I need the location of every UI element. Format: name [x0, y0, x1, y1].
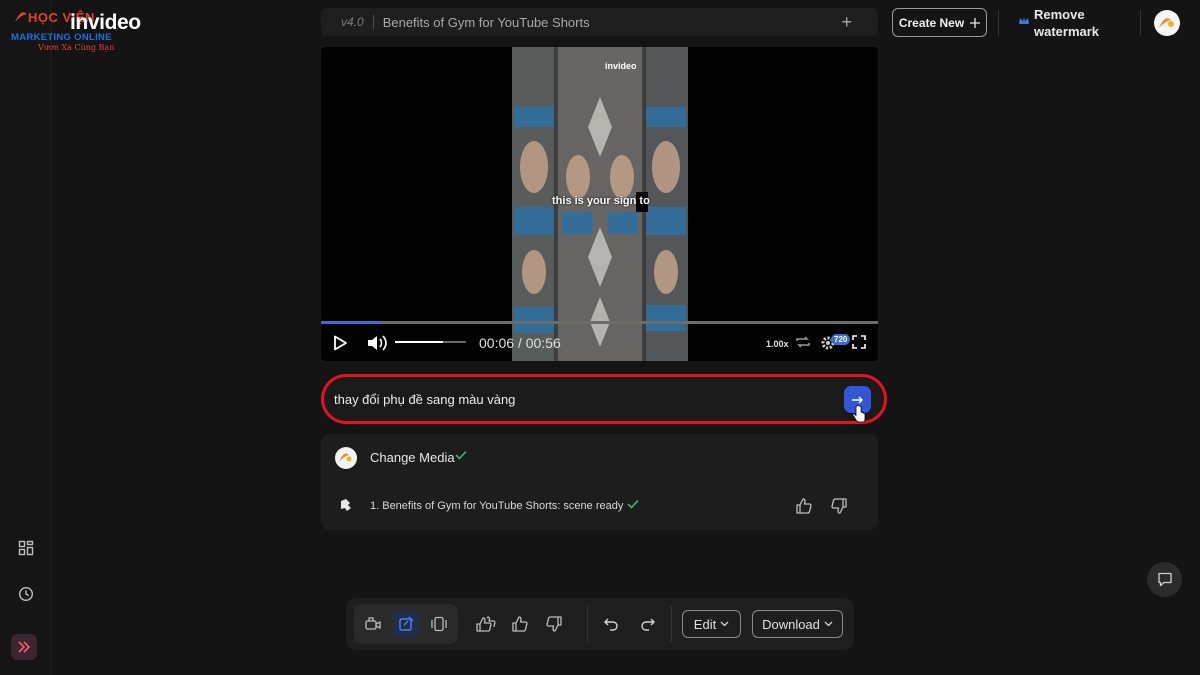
- pointer-cursor-icon: [852, 405, 866, 423]
- remove-watermark-button[interactable]: Remove watermark: [1018, 6, 1118, 40]
- play-icon[interactable]: [333, 335, 347, 351]
- undo-icon[interactable]: [598, 611, 624, 637]
- progress-fill: [321, 321, 381, 324]
- project-title: Benefits of Gym for YouTube Shorts: [382, 14, 590, 30]
- remove-watermark-line2: watermark: [1034, 24, 1100, 39]
- thumbs-down-icon[interactable]: [541, 611, 567, 637]
- overlay-brand-line3: Vươn Xa Cùng Bạn: [38, 43, 115, 52]
- check-icon: [627, 499, 639, 509]
- check-icon: [455, 450, 467, 460]
- progress-bar[interactable]: [321, 321, 878, 324]
- edit-button[interactable]: Edit: [682, 610, 741, 638]
- thumbs-up-double-icon[interactable]: [473, 611, 499, 637]
- camera-view-icon[interactable]: [360, 611, 386, 637]
- prompt-input[interactable]: [334, 389, 814, 409]
- toolbar-divider: [671, 606, 672, 642]
- new-tab-button[interactable]: +: [841, 13, 852, 31]
- create-new-label: Create New: [898, 15, 965, 30]
- sidebar: [0, 0, 52, 675]
- volume-slider[interactable]: [395, 341, 466, 343]
- prompt-box[interactable]: [321, 374, 887, 424]
- chat-feedback-icon: [1157, 572, 1172, 587]
- user-avatar[interactable]: [1154, 10, 1180, 36]
- crown-icon: [1019, 17, 1029, 24]
- toolbar-divider: [587, 606, 588, 642]
- download-label: Download: [762, 616, 820, 632]
- video-watermark: invideo: [605, 61, 637, 71]
- chevron-down-icon: [824, 621, 833, 627]
- playback-time: 00:06 / 00:56: [479, 335, 561, 351]
- quality-badge: 720: [831, 334, 851, 345]
- logo: HỌC VIỆN MARKETING ONLINE Vươn Xa Cùng B…: [10, 8, 170, 52]
- chat-card: Change Media 1. Benefits of Gym for YouT…: [321, 434, 878, 530]
- video-caption: this is your sign to: [552, 195, 650, 207]
- header-divider: [998, 10, 999, 36]
- send-arrow-icon: [851, 396, 863, 403]
- app-logo-text: invideo: [70, 11, 141, 34]
- loop-icon[interactable]: [795, 335, 811, 349]
- video-player[interactable]: invideo this is your sign to 00:06 / 00:…: [321, 47, 878, 361]
- thumbs-up-icon[interactable]: [507, 611, 533, 637]
- version-label: v4.0: [341, 15, 364, 29]
- plus-icon: [970, 17, 981, 28]
- logo-mark-icon: [15, 12, 27, 22]
- chat-feedback-button[interactable]: [1147, 562, 1182, 597]
- edit-label: Edit: [693, 616, 717, 632]
- scene-status: 1. Benefits of Gym for YouTube Shorts: s…: [370, 500, 624, 512]
- chevron-down-icon: [720, 621, 729, 627]
- title-divider: [372, 15, 374, 29]
- fullscreen-icon[interactable]: [852, 335, 866, 349]
- portrait-view-icon[interactable]: [426, 611, 452, 637]
- project-title-bar[interactable]: v4.0 Benefits of Gym for YouTube Shorts …: [321, 8, 878, 36]
- grid-icon[interactable]: [12, 534, 40, 562]
- user-avatar-small: [335, 447, 357, 469]
- create-new-button[interactable]: Create New: [892, 8, 987, 37]
- thumbs-down-icon[interactable]: [830, 497, 848, 515]
- volume-fill: [395, 341, 444, 343]
- thumbs-up-icon[interactable]: [795, 497, 813, 515]
- redo-icon[interactable]: [635, 611, 661, 637]
- avatar-logo-icon: [1159, 18, 1174, 28]
- volume-icon[interactable]: [366, 334, 388, 352]
- header-divider-2: [1140, 10, 1141, 36]
- remove-watermark-line1: Remove: [1034, 7, 1085, 22]
- bottom-toolbar: Edit Download: [346, 598, 854, 650]
- video-frame[interactable]: invideo this is your sign to: [512, 47, 688, 361]
- download-button[interactable]: Download: [752, 610, 843, 638]
- history-icon[interactable]: [12, 580, 40, 608]
- chat-action-label: Change Media: [370, 450, 455, 465]
- view-mode-group: [354, 604, 458, 644]
- expand-sidebar-icon[interactable]: [11, 634, 37, 660]
- playback-speed[interactable]: 1.00x: [766, 339, 789, 349]
- edit-media-icon[interactable]: [393, 611, 419, 637]
- avatar-logo-icon: [339, 453, 352, 462]
- bot-icon: [341, 499, 351, 511]
